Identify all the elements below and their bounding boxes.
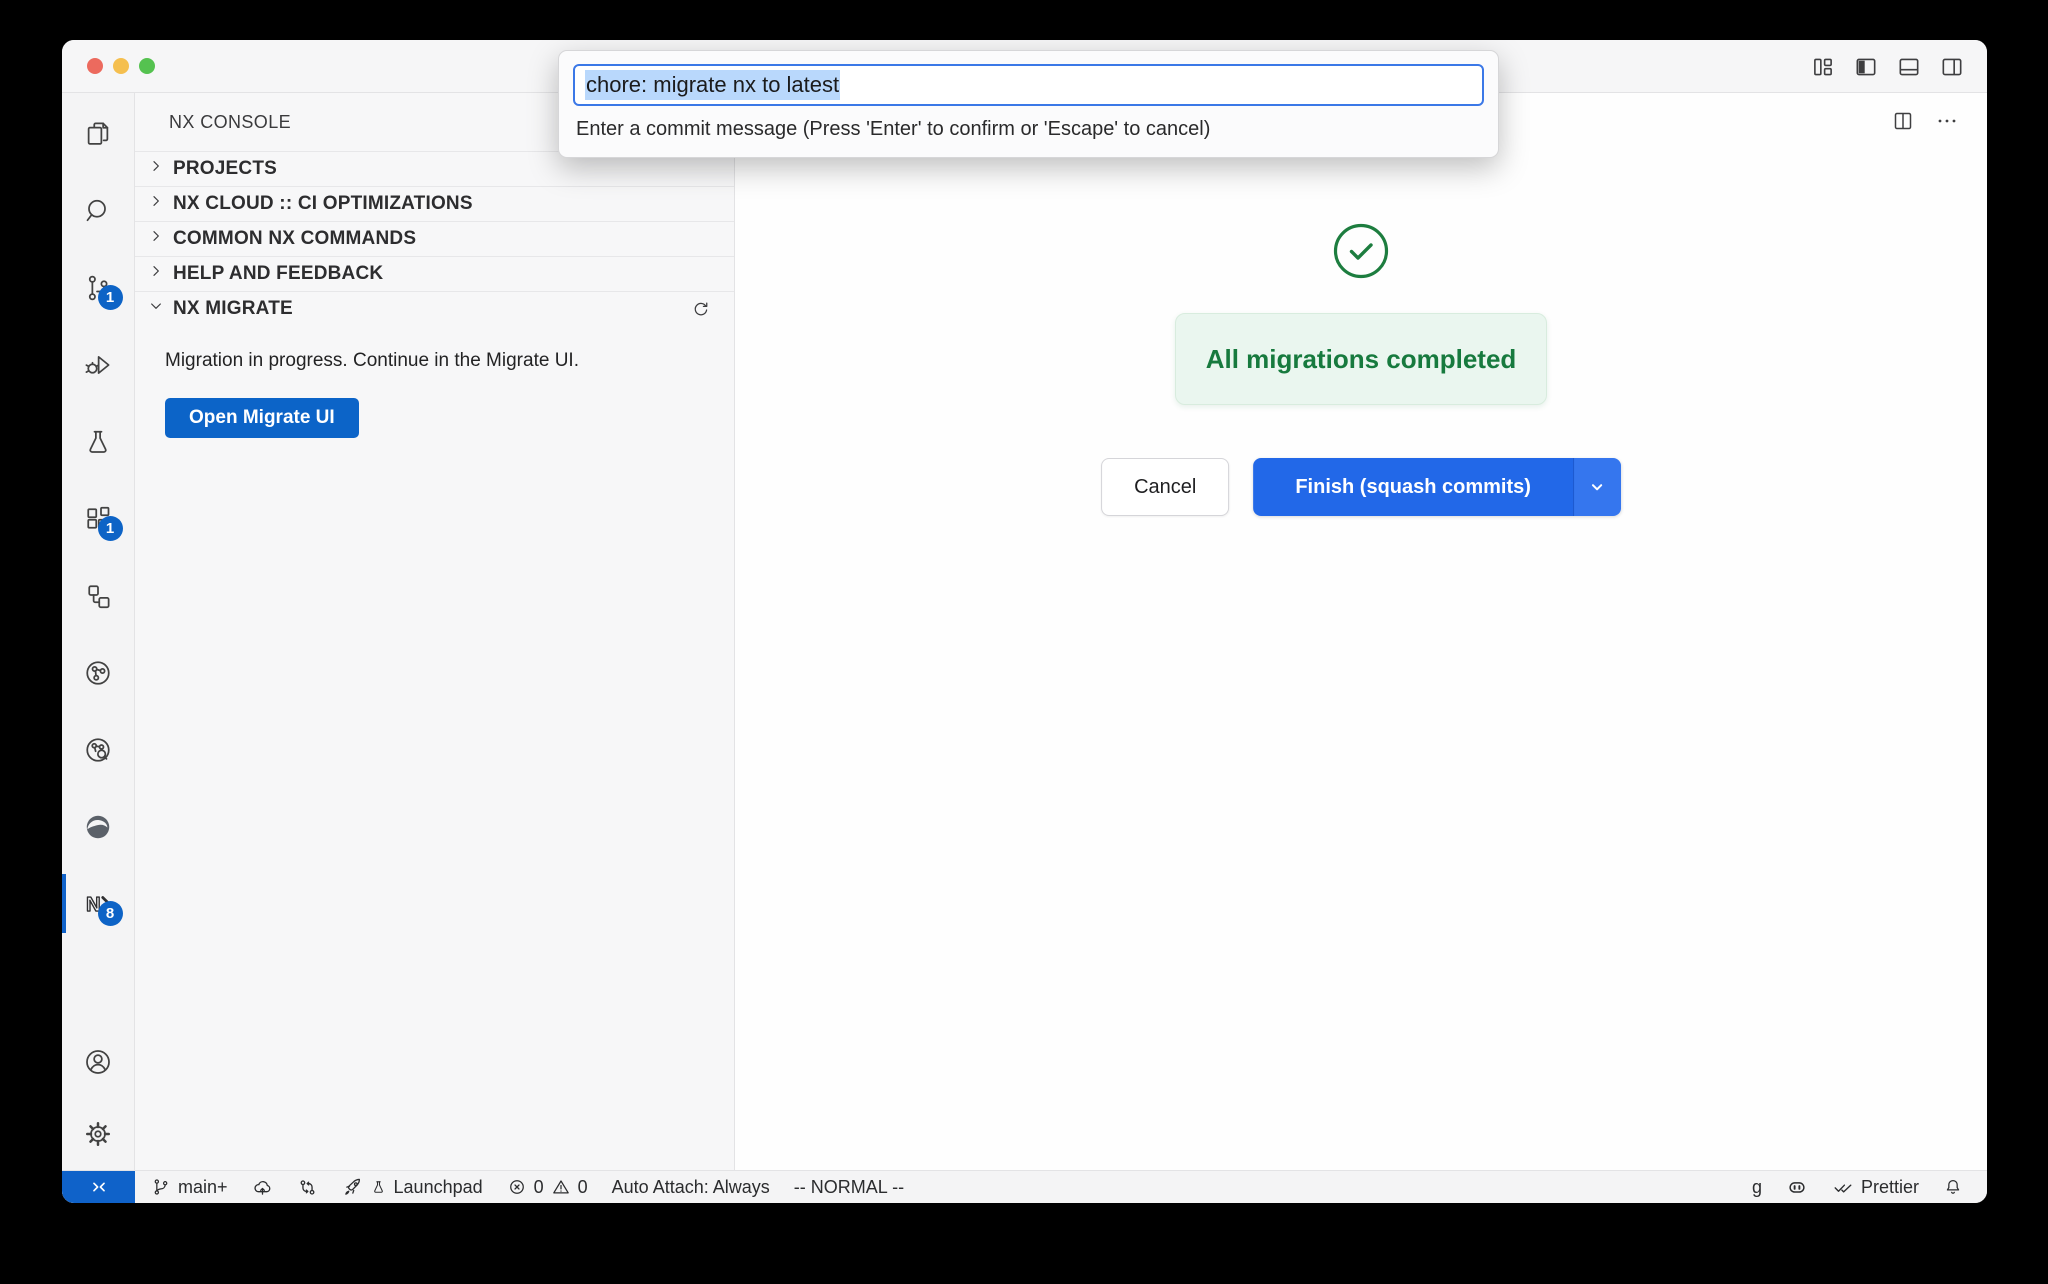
editor-actions — [1891, 109, 1959, 138]
sync-changes[interactable] — [252, 1177, 273, 1198]
quick-input-panel: chore: migrate nx to latest Enter a comm… — [558, 50, 1499, 158]
launchpad-label: Launchpad — [394, 1177, 483, 1198]
testing-icon[interactable] — [62, 403, 135, 480]
auto-attach-label: Auto Attach: Always — [612, 1177, 770, 1198]
vim-mode-label: -- NORMAL -- — [794, 1177, 904, 1198]
status-bar: main+ Launchpad 0 0 — [62, 1170, 1987, 1203]
explorer-icon[interactable] — [62, 95, 135, 172]
auto-attach-status[interactable]: Auto Attach: Always — [612, 1177, 770, 1198]
section-label: PROJECTS — [173, 158, 277, 180]
sidebar-nx-console: NX CONSOLE PROJECTS NX CLOUD :: CI OPTIM… — [135, 93, 735, 1170]
chevron-right-icon — [148, 158, 164, 180]
chevron-right-icon — [148, 193, 164, 215]
customize-layout-icon[interactable] — [1810, 54, 1836, 80]
settings-gear-icon[interactable] — [62, 1098, 135, 1170]
extensions-badge: 1 — [98, 516, 123, 541]
error-icon — [507, 1177, 527, 1197]
git-branch-icon — [151, 1177, 171, 1197]
commit-search-icon[interactable] — [62, 711, 135, 788]
search-icon[interactable] — [62, 172, 135, 249]
nx-badge: 8 — [98, 901, 123, 926]
toggle-secondary-sidebar-icon[interactable] — [1939, 54, 1965, 80]
double-check-icon — [1832, 1176, 1854, 1198]
split-editor-icon[interactable] — [1891, 109, 1915, 138]
bell-icon — [1943, 1177, 1963, 1197]
zoom-button[interactable] — [139, 58, 155, 74]
migration-actions: Cancel Finish (squash commits) — [1101, 458, 1621, 516]
window-controls — [87, 58, 155, 74]
source-control-badge: 1 — [98, 285, 123, 310]
branch-status[interactable]: main+ — [151, 1177, 228, 1198]
git-graph-icon[interactable] — [62, 634, 135, 711]
commit-message-value: chore: migrate nx to latest — [585, 70, 840, 100]
extensions-icon[interactable]: 1 — [62, 480, 135, 557]
window-body: 1 1 — [62, 93, 1987, 1170]
section-label: NX MIGRATE — [173, 298, 293, 320]
nx-console-icon[interactable]: N 8 — [62, 865, 135, 942]
section-nx-migrate[interactable]: NX MIGRATE — [135, 291, 734, 326]
editor-area: All migrations completed Cancel Finish (… — [735, 93, 1987, 1170]
copilot-status[interactable] — [1786, 1176, 1808, 1198]
formatter-label: Prettier — [1861, 1177, 1919, 1198]
section-label: COMMON NX COMMANDS — [173, 228, 416, 250]
warning-icon — [551, 1177, 571, 1197]
activity-bar: 1 1 — [62, 93, 135, 1170]
vim-mode-status[interactable]: -- NORMAL -- — [794, 1177, 904, 1198]
toggle-primary-sidebar-icon[interactable] — [1853, 54, 1879, 80]
compare-changes[interactable] — [297, 1177, 318, 1198]
success-message: All migrations completed — [1206, 344, 1517, 375]
hierarchy-view-icon[interactable] — [62, 557, 135, 634]
chevron-right-icon — [148, 228, 164, 250]
copilot-icon — [1786, 1176, 1808, 1198]
cloud-upload-icon — [252, 1177, 273, 1198]
section-nx-cloud[interactable]: NX CLOUD :: CI OPTIMIZATIONS — [135, 186, 734, 221]
rocket-icon — [342, 1177, 363, 1198]
run-debug-icon[interactable] — [62, 326, 135, 403]
commit-message-input[interactable]: chore: migrate nx to latest — [573, 64, 1484, 106]
status-bar-left: main+ Launchpad 0 0 — [151, 1177, 904, 1198]
section-label: NX CLOUD :: CI OPTIMIZATIONS — [173, 193, 473, 215]
beaker-small-icon — [370, 1179, 387, 1196]
vscode-window: 1 1 — [62, 40, 1987, 1203]
branch-name: main+ — [178, 1177, 228, 1198]
titlebar-layout-controls — [1810, 40, 1965, 93]
edge-browser-icon[interactable] — [62, 788, 135, 865]
language-label: g — [1752, 1177, 1762, 1198]
commit-message-prompt: Enter a commit message (Press 'Enter' to… — [559, 106, 1498, 157]
toggle-panel-icon[interactable] — [1896, 54, 1922, 80]
status-bar-right: g Prettier — [1752, 1176, 1987, 1198]
source-control-icon[interactable]: 1 — [62, 249, 135, 326]
nx-migrate-content: Migration in progress. Continue in the M… — [135, 326, 734, 438]
warning-count: 0 — [578, 1177, 588, 1198]
finish-button-group: Finish (squash commits) — [1253, 458, 1621, 516]
minimize-button[interactable] — [113, 58, 129, 74]
success-check-icon — [1332, 222, 1390, 280]
section-help-feedback[interactable]: HELP AND FEEDBACK — [135, 256, 734, 291]
finish-squash-commits-button[interactable]: Finish (squash commits) — [1253, 458, 1573, 516]
more-actions-icon[interactable] — [1935, 109, 1959, 138]
migration-success-banner: All migrations completed — [1175, 313, 1547, 405]
finish-options-dropdown[interactable] — [1573, 458, 1621, 516]
section-common-commands[interactable]: COMMON NX COMMANDS — [135, 221, 734, 256]
account-icon[interactable] — [62, 1026, 135, 1098]
problems-status[interactable]: 0 0 — [507, 1177, 588, 1198]
section-label: HELP AND FEEDBACK — [173, 263, 383, 285]
open-migrate-ui-button[interactable]: Open Migrate UI — [165, 398, 359, 438]
notifications[interactable] — [1943, 1177, 1963, 1197]
chevron-right-icon — [148, 263, 164, 285]
refresh-icon[interactable] — [691, 300, 710, 319]
language-indicator[interactable]: g — [1752, 1177, 1762, 1198]
chevron-down-icon — [148, 298, 164, 320]
remote-indicator[interactable] — [62, 1171, 135, 1203]
close-button[interactable] — [87, 58, 103, 74]
error-count: 0 — [534, 1177, 544, 1198]
launchpad-status[interactable]: Launchpad — [342, 1177, 483, 1198]
migration-status-text: Migration in progress. Continue in the M… — [165, 350, 704, 372]
git-compare-icon — [297, 1177, 318, 1198]
screen: 1 1 — [0, 0, 2048, 1284]
formatter-status[interactable]: Prettier — [1832, 1176, 1919, 1198]
cancel-button[interactable]: Cancel — [1101, 458, 1229, 516]
